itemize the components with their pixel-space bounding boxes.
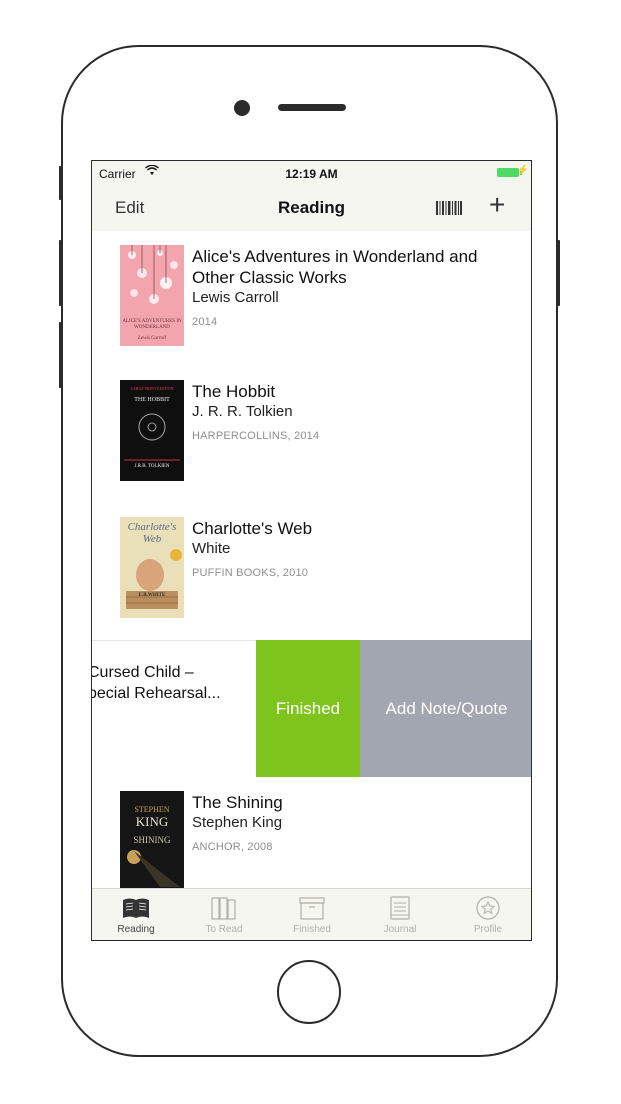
edit-button[interactable]: Edit	[115, 198, 144, 218]
cover-title-text: ALICE'S ADVENTURES IN WONDERLAND	[122, 319, 182, 330]
add-book-button[interactable]: +	[489, 190, 505, 220]
status-time: 12:19 AM	[285, 167, 338, 181]
front-camera	[234, 100, 250, 116]
archive-box-icon	[299, 897, 325, 920]
tab-bar: Reading To Read Finished Journal Profile	[92, 888, 531, 940]
book-title: The Hobbit	[192, 382, 276, 401]
page-title: Reading	[277, 198, 346, 217]
cover-author-text: Lewis Carroll	[138, 336, 166, 341]
book-row-hobbit[interactable]: LARGE PRINT EDITION THE HOBBIT J.R.R. TO…	[92, 366, 531, 504]
tab-label: Reading	[117, 924, 155, 935]
volume-up-button	[59, 240, 62, 306]
app-screen: Carrier 12:19 AM ⚡ Edit Reading + ALICE'…	[91, 160, 532, 941]
home-button[interactable]	[277, 960, 341, 1024]
book-title: Charlotte's Web	[192, 519, 313, 538]
open-book-icon	[123, 898, 149, 918]
cover-author-text: J.R.R. TOLKIEN	[134, 464, 170, 469]
notebook-icon	[390, 896, 410, 920]
book-row-alice[interactable]: ALICE'S ADVENTURES IN WONDERLAND Lewis C…	[92, 231, 531, 369]
tab-label: Profile	[473, 924, 503, 935]
book-publication-info: PUFFIN BOOKS, 2010	[192, 567, 309, 579]
book-publication-info: ANCHOR, 2008	[192, 841, 273, 853]
book-list: ALICE'S ADVENTURES IN WONDERLAND Lewis C…	[92, 231, 531, 888]
swiped-title-line: pecial Rehearsal...	[92, 685, 221, 702]
book-author: J. R. R. Tolkien	[192, 403, 293, 420]
tab-label: Finished	[293, 924, 331, 935]
book-row-the-shining[interactable]: STEPHEN KING SHINING The Shining Stephen…	[92, 777, 531, 888]
barcode-icon[interactable]	[436, 199, 462, 217]
book-cover-hobbit: LARGE PRINT EDITION THE HOBBIT J.R.R. TO…	[120, 380, 184, 481]
mute-switch	[59, 166, 62, 200]
power-button	[557, 240, 560, 306]
tab-to-read[interactable]: To Read	[180, 889, 268, 940]
tab-label: To Read	[205, 924, 243, 935]
swiped-title-line: Cursed Child –	[92, 664, 194, 681]
plus-icon: +	[489, 189, 506, 220]
book-author: White	[192, 540, 231, 557]
mark-finished-button[interactable]: Finished	[256, 640, 360, 777]
book-publication-info: 2014	[192, 316, 218, 328]
book-cover-charlottes-web: Charlotte's Web E.B.WHITE	[120, 517, 184, 618]
star-circle-icon	[476, 896, 500, 920]
add-note-quote-button[interactable]: Add Note/Quote	[360, 640, 531, 777]
book-author: Stephen King	[192, 814, 283, 831]
book-publication-info: HARPERCOLLINS, 2014	[192, 430, 320, 442]
earpiece-speaker	[278, 104, 346, 111]
status-bar: Carrier 12:19 AM ⚡	[92, 161, 531, 185]
books-icon	[211, 897, 236, 920]
tab-profile[interactable]: Profile	[444, 889, 531, 940]
tab-finished[interactable]: Finished	[268, 889, 356, 940]
swiped-book-title: Cursed Child – pecial Rehearsal...	[92, 662, 258, 704]
charging-bolt-icon: ⚡	[516, 165, 529, 176]
tab-journal[interactable]: Journal	[356, 889, 444, 940]
book-row-charlottes-web[interactable]: Charlotte's Web E.B.WHITE Charlotte's We…	[92, 503, 531, 641]
tab-reading[interactable]: Reading	[92, 889, 180, 940]
book-author: Lewis Carroll	[192, 289, 279, 306]
navigation-bar: Edit Reading +	[92, 185, 531, 232]
volume-down-button	[59, 322, 62, 388]
book-cover-alice: ALICE'S ADVENTURES IN WONDERLAND Lewis C…	[120, 245, 184, 346]
cover-author-text: E.B.WHITE	[138, 593, 166, 598]
book-title: The Shining	[192, 793, 283, 812]
book-row-swiped[interactable]: Cursed Child – pecial Rehearsal... Finis…	[92, 640, 531, 778]
book-cover-the-shining: STEPHEN KING SHINING	[120, 791, 184, 888]
phone-frame: Carrier 12:19 AM ⚡ Edit Reading + ALICE'…	[0, 0, 621, 1104]
cover-subtitle-text: SHINING	[133, 835, 171, 845]
tab-label: Journal	[383, 924, 417, 935]
book-title: Alice's Adventures in Wonderland and Oth…	[192, 247, 478, 287]
